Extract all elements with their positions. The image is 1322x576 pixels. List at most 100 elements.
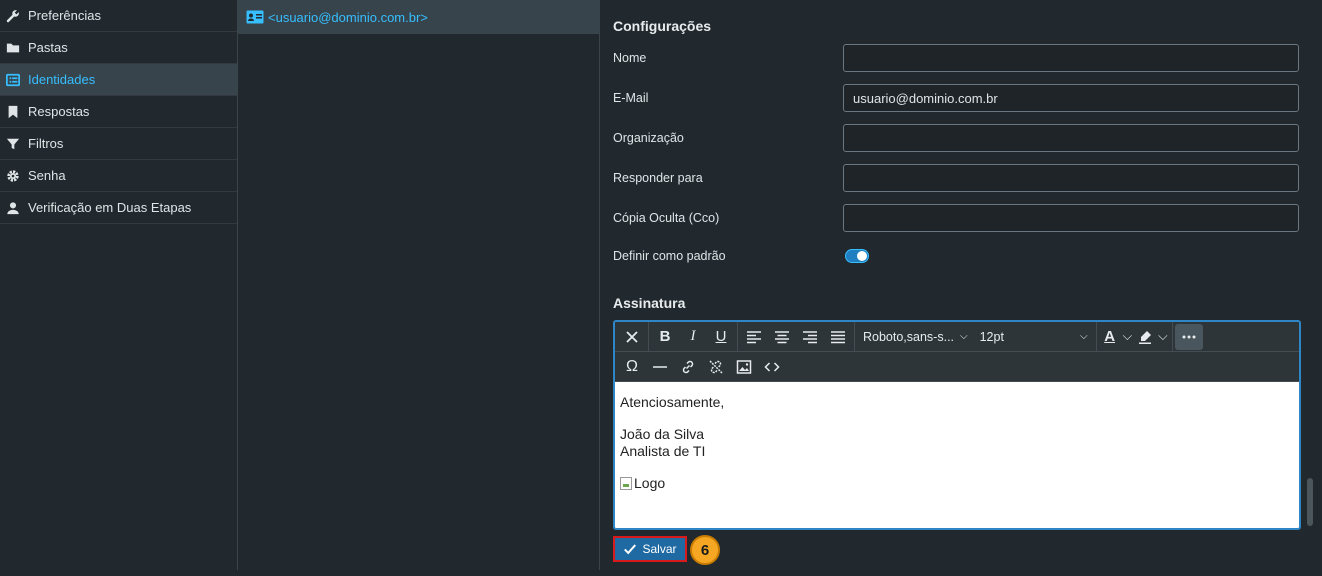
font-family-value: Roboto,sans-s... [863,329,955,344]
sidebar-item-label: Verificação em Duas Etapas [28,200,192,215]
sidebar-item-label: Preferências [28,8,101,23]
more-options-button[interactable] [1174,323,1203,350]
field-label: E-Mail [613,91,649,105]
sidebar-item-preferencias[interactable]: Preferências [0,0,237,32]
horizontal-rule-icon [653,365,667,368]
signature-body[interactable]: Atenciosamente, João da Silva Analista d… [615,382,1299,528]
default-toggle[interactable] [845,249,869,263]
sidebar-item-respostas[interactable]: Respostas [0,96,237,128]
identity-form: Configurações Nome E-Mail Organização Re… [600,0,1314,576]
sidebar-item-label: Identidades [28,72,96,87]
text-color-icon: A [1104,328,1116,345]
field-row-cco: Cópia Oculta (Cco) [613,203,1301,233]
align-left-button[interactable] [740,324,768,350]
unlink-button[interactable] [702,354,730,380]
font-size-value: 12pt [979,329,1004,344]
align-center-icon [775,330,789,343]
underline-button[interactable]: U [707,324,735,350]
organizacao-input[interactable] [843,124,1299,152]
link-icon [682,360,694,373]
close-icon [626,330,638,343]
identities-list: <usuario@dominio.com.br> [238,0,600,570]
align-right-button[interactable] [796,324,824,350]
sidebar-item-verificacao[interactable]: Verificação em Duas Etapas [0,192,237,224]
nome-input[interactable] [843,44,1299,72]
save-button[interactable]: Salvar [613,536,687,562]
toolbar-divider [854,322,855,351]
horizontal-rule-button[interactable] [646,354,674,380]
clear-format-button[interactable] [618,324,646,350]
unlink-icon [709,359,723,374]
link-button[interactable] [674,354,702,380]
toolbar-divider [648,322,649,351]
toggle-knob [857,251,867,261]
id-list-icon [5,72,21,88]
sidebar-item-label: Respostas [28,104,90,119]
field-row-default: Definir como padrão [613,241,1301,271]
signature-line: Analista de TI [620,443,706,459]
font-size-select[interactable]: 12pt ⌵ [974,330,1094,344]
broken-image-icon [620,476,632,490]
sidebar-item-label: Senha [28,168,66,183]
user-icon [5,200,21,216]
align-right-icon [803,330,817,343]
special-char-button[interactable]: Ω [618,354,646,380]
chevron-down-icon: ⌵ [1080,331,1088,342]
image-button[interactable] [730,354,758,380]
filter-icon [5,136,21,152]
field-label: Cópia Oculta (Cco) [613,211,720,225]
logo-alt-text: Logo [634,475,666,491]
font-family-select[interactable]: Roboto,sans-s... ⌵ [857,330,974,344]
gear-icon [5,168,21,184]
sidebar-item-senha[interactable]: Senha [0,160,237,192]
field-row-email: E-Mail [613,83,1301,113]
bold-button[interactable]: B [651,324,679,350]
scrollbar-thumb[interactable] [1307,478,1313,526]
check-icon [624,544,637,555]
folder-icon [5,40,21,56]
toolbar-divider [1095,322,1097,351]
toolbar-divider [737,322,738,351]
highlight-color-chevron[interactable]: ⌵ [1156,329,1169,344]
field-row-organizacao: Organização [613,123,1301,153]
section-title-assinatura: Assinatura [613,295,686,311]
highlight-color-button[interactable] [1134,324,1156,350]
italic-button[interactable]: I [679,324,707,350]
wrench-icon [5,8,21,24]
more-dots-icon [1182,335,1196,338]
cco-input[interactable] [843,204,1299,232]
field-label: Definir como padrão [613,249,726,263]
chevron-down-icon: ⌵ [960,331,968,342]
responder-input[interactable] [843,164,1299,192]
text-color-button[interactable]: A [1099,324,1121,350]
align-left-icon [747,330,761,343]
signature-line: João da Silva [620,426,705,442]
chevron-down-icon: ⌵ [1158,329,1168,343]
omega-icon: Ω [626,357,638,375]
bookmark-icon [5,104,21,120]
settings-sidebar: Preferências Pastas Identidades Resposta… [0,0,238,570]
editor-toolbar-row-2: Ω [615,352,1299,382]
justify-button[interactable] [824,324,852,350]
justify-icon [831,330,845,343]
sidebar-item-filtros[interactable]: Filtros [0,128,237,160]
align-center-button[interactable] [768,324,796,350]
highlighter-icon [1139,330,1152,344]
save-label: Salvar [642,542,677,556]
sidebar-item-pastas[interactable]: Pastas [0,32,237,64]
field-row-nome: Nome [613,43,1301,73]
identity-label: <usuario@dominio.com.br> [268,9,428,25]
text-color-chevron[interactable]: ⌵ [1121,329,1134,344]
sidebar-item-label: Pastas [28,40,68,55]
email-input[interactable] [843,84,1299,112]
signature-line: Atenciosamente, [620,394,725,410]
identity-item[interactable]: <usuario@dominio.com.br> [238,0,599,34]
section-title-configuracoes: Configurações [613,18,712,34]
scrollbar[interactable] [1306,0,1314,576]
signature-editor: B I U Roboto,sans-s... ⌵ 12pt ⌵ A ⌵ ⌵ Ω … [613,320,1301,530]
sidebar-item-label: Filtros [28,136,64,151]
source-code-button[interactable] [758,354,786,380]
sidebar-item-identidades[interactable]: Identidades [0,64,237,96]
chevron-down-icon: ⌵ [1122,329,1133,343]
signature-logo: Logo [620,475,1294,491]
